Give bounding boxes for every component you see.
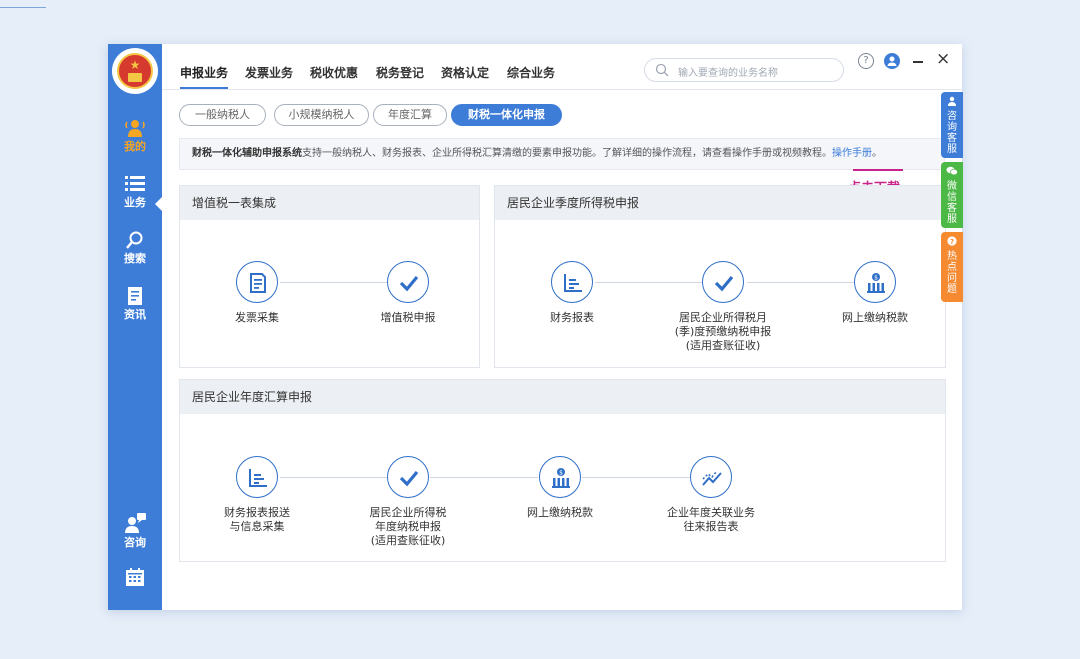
top-menu-bar: 申报业务 发票业务 税收优惠 税务登记 资格认定 综合业务 输入要查询的业务名称…	[162, 44, 962, 90]
step-label: 居民企业所得税 年度纳税申报 (适用查账征收)	[369, 506, 447, 547]
search-input[interactable]: 输入要查询的业务名称	[644, 58, 844, 82]
step-quarterly-prepayment[interactable]: 居民企业所得税月 (季)度预缴纳税申报 (适用查账征收)	[663, 261, 783, 353]
wechat-icon	[946, 166, 958, 176]
document-icon	[128, 287, 142, 305]
user-signal-icon	[125, 120, 145, 137]
svg-text:$: $	[559, 470, 563, 477]
menu-declaration[interactable]: 申报业务	[180, 64, 228, 81]
step-label: 财务报表报送 与信息采集	[224, 506, 290, 533]
calendar-icon	[126, 568, 144, 586]
sidebar-item-label: 业务	[124, 196, 146, 209]
tab-fiscal-integration[interactable]: 财税一体化申报	[451, 104, 562, 126]
step-label: 网上缴纳税款	[842, 311, 908, 324]
menu-invoice[interactable]: 发票业务	[245, 64, 293, 81]
svg-text:?: ?	[950, 238, 954, 246]
info-system-name: 财税一体化辅助申报系统	[192, 148, 302, 159]
sidebar-item-label: 资讯	[124, 308, 146, 321]
menu-tax-incentive[interactable]: 税收优惠	[310, 64, 358, 81]
sidebar-item-calendar[interactable]	[108, 567, 162, 587]
invoice-list-icon	[236, 261, 278, 303]
chat-user-icon	[125, 513, 146, 533]
list-icon	[125, 176, 145, 191]
step-label: 增值税申报	[380, 311, 436, 324]
sidebar-item-label: 我的	[124, 140, 146, 153]
step-related-party-report[interactable]: 企业年度关联业务 往来报告表	[651, 456, 771, 534]
card-quarterly-income-tax: 居民企业季度所得税申报 财务报表 居民企业所得税月 (季)度预缴纳税申报 (适用…	[494, 185, 946, 368]
bank-coin-icon: $	[539, 456, 581, 498]
person-icon	[948, 96, 956, 106]
step-label: 网上缴纳税款	[527, 506, 593, 519]
step-financial-report-submission[interactable]: 财务报表报送 与信息采集	[197, 456, 317, 534]
sidebar: ★ 我的 业务 搜索 资讯 咨询	[108, 44, 162, 610]
step-label: 居民企业所得税月 (季)度预缴纳税申报 (适用查账征收)	[674, 311, 772, 352]
step-vat-declaration[interactable]: 增值税申报	[348, 261, 468, 325]
card-title: 居民企业年度汇算申报	[180, 380, 945, 414]
step-online-payment[interactable]: $ 网上缴纳税款	[815, 261, 935, 325]
sidebar-item-business[interactable]: 业务	[108, 174, 162, 209]
search-placeholder: 输入要查询的业务名称	[678, 68, 778, 79]
active-indicator	[155, 197, 162, 211]
step-invoice-collection[interactable]: 发票采集	[197, 261, 317, 325]
checkmark-icon	[702, 261, 744, 303]
help-icon[interactable]: ?	[858, 53, 874, 69]
sidebar-item-news[interactable]: 资讯	[108, 286, 162, 321]
info-text: 支持一般纳税人、财务报表、企业所得税汇算清缴的要素申报功能。了解详细的操作流程，…	[302, 148, 832, 159]
side-tab-label: 微信客服	[947, 181, 957, 225]
step-annual-declaration[interactable]: 居民企业所得税 年度纳税申报 (适用查账征收)	[348, 456, 468, 548]
tab-small-taxpayer[interactable]: 小规模纳税人	[274, 104, 369, 126]
sidebar-item-label: 搜索	[124, 252, 146, 265]
side-tab-hot-questions[interactable]: ? 热点问题	[941, 232, 963, 302]
sidebar-item-consult[interactable]: 咨询	[108, 512, 162, 549]
chart-axis-icon	[551, 261, 593, 303]
app-window: ★ 我的 业务 搜索 资讯 咨询 申报业务 发票业务 税收优惠 税务登记 资格认…	[108, 44, 962, 610]
svg-text:$: $	[874, 275, 878, 282]
menu-tax-registration[interactable]: 税务登记	[376, 64, 424, 81]
sidebar-item-search[interactable]: 搜索	[108, 230, 162, 265]
step-online-payment[interactable]: $ 网上缴纳税款	[500, 456, 620, 520]
card-annual-settlement: 居民企业年度汇算申报 财务报表报送 与信息采集 居民企业所得税 年度纳税申报 (…	[179, 379, 946, 562]
bank-coin-icon: $	[854, 261, 896, 303]
card-title: 居民企业季度所得税申报	[495, 186, 945, 220]
step-label: 企业年度关联业务 往来报告表	[667, 506, 755, 533]
side-tab-consult-service[interactable]: 咨询客服	[941, 92, 963, 158]
checkmark-icon	[387, 456, 429, 498]
step-label: 发票采集	[235, 311, 279, 324]
checkmark-icon	[387, 261, 429, 303]
manual-link[interactable]: 操作手册	[832, 148, 872, 159]
card-vat-integration: 增值税一表集成 发票采集 增值税申报	[179, 185, 480, 368]
menu-general[interactable]: 综合业务	[507, 64, 555, 81]
search-icon	[655, 63, 669, 77]
menu-qualification[interactable]: 资格认定	[441, 64, 489, 81]
sidebar-item-label: 咨询	[124, 536, 146, 549]
annotation-underline	[853, 169, 903, 171]
step-label: 财务报表	[550, 311, 594, 324]
info-tail: 。	[872, 148, 882, 159]
side-tab-label: 热点问题	[947, 251, 957, 295]
side-tab-label: 咨询客服	[947, 111, 957, 155]
tab-general-taxpayer[interactable]: 一般纳税人	[179, 104, 266, 126]
active-menu-underline	[180, 87, 228, 89]
question-icon: ?	[947, 236, 957, 246]
chart-axis-icon	[236, 456, 278, 498]
step-financial-statements[interactable]: 财务报表	[512, 261, 632, 325]
side-tab-wechat-service[interactable]: 微信客服	[941, 162, 963, 228]
sidebar-item-mine[interactable]: 我的	[108, 116, 162, 153]
user-avatar-icon[interactable]	[884, 53, 900, 69]
top-accent-line	[0, 7, 46, 8]
tax-emblem-logo: ★	[112, 48, 158, 94]
card-title: 增值税一表集成	[180, 186, 479, 220]
trend-line-icon	[690, 456, 732, 498]
info-banner: 财税一体化辅助申报系统支持一般纳税人、财务报表、企业所得税汇算清缴的要素申报功能…	[179, 138, 945, 170]
search-icon	[126, 231, 143, 249]
close-icon[interactable]: ×	[936, 51, 950, 68]
tab-annual-settlement[interactable]: 年度汇算	[373, 104, 447, 126]
minimize-icon[interactable]	[913, 61, 923, 63]
